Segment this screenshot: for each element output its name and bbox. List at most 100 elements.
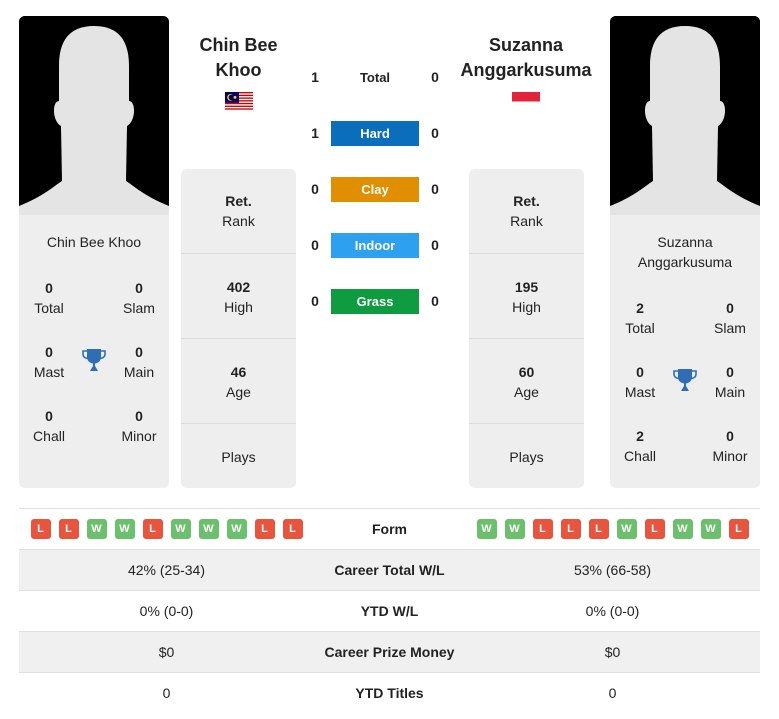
player1-form-badge-loss[interactable]: L	[254, 519, 275, 539]
prize-money-row: $0 Career Prize Money $0	[19, 631, 760, 672]
h2h-p1-grass: 0	[311, 293, 319, 309]
card-name-line2: Anggarkusuma	[637, 254, 733, 270]
surface-hard-button[interactable]: Hard	[331, 121, 419, 146]
form-label: Form	[372, 521, 407, 537]
player1-ytd-wl: 0% (0-0)	[139, 603, 194, 619]
career-wl-row: 42% (25-34) Career Total W/L 53% (66-58)	[19, 549, 760, 590]
player2-titles-total: 2 Total	[610, 298, 670, 338]
h2h-row-clay: 0 Clay 0	[300, 177, 450, 202]
stat-label: Total	[34, 300, 64, 316]
h2h-p2-grass: 0	[431, 293, 439, 309]
player1-age: 46 Age	[181, 338, 296, 423]
ytd-titles-row: 0 YTD Titles 0	[19, 672, 760, 713]
surface-clay-button[interactable]: Clay	[331, 177, 419, 202]
player1-prize-money: $0	[158, 644, 175, 660]
player2-form-badge-loss[interactable]: L	[532, 519, 553, 539]
player2-form-badge-loss[interactable]: L	[728, 519, 749, 539]
player1-form-badge-win[interactable]: W	[226, 519, 247, 539]
rank-value: Ret.	[513, 193, 540, 209]
stat-label: Chall	[33, 428, 65, 444]
age-value: 46	[230, 364, 247, 380]
h2h-p2-total: 0	[431, 69, 439, 85]
surface-indoor-button[interactable]: Indoor	[331, 233, 419, 258]
player2-rank: Ret. Rank	[469, 169, 584, 253]
player1-form-badge-win[interactable]: W	[114, 519, 135, 539]
player1-form: LLWWLWWWLL	[19, 519, 314, 539]
stat-label: Main	[714, 384, 746, 400]
player2-form-badge-win[interactable]: W	[700, 519, 721, 539]
stat-value: 0	[45, 344, 53, 360]
high-label: High	[512, 299, 541, 315]
player1-career-wl: 42% (25-34)	[127, 562, 206, 578]
player2-form: WWLLLWLWWL	[465, 519, 760, 539]
high-value: 402	[226, 279, 251, 295]
stat-value: 2	[636, 428, 644, 444]
stat-label: Minor	[121, 428, 157, 444]
stat-label: Slam	[714, 320, 746, 336]
high-label: High	[224, 299, 253, 315]
player2-plays: Plays	[469, 423, 584, 488]
h2h-p1-indoor: 0	[311, 237, 319, 253]
stat-value: 0	[135, 408, 143, 424]
malaysia-flag-icon	[225, 92, 253, 111]
surface-grass-button[interactable]: Grass	[331, 289, 419, 314]
player1-name-line1: Chin Bee	[199, 35, 278, 55]
player2-career-wl: 53% (66-58)	[573, 562, 652, 578]
player2-form-badge-win[interactable]: W	[672, 519, 693, 539]
player2-form-badge-loss[interactable]: L	[560, 519, 581, 539]
player1-titles-main: 0 Main	[109, 342, 169, 382]
player1-form-badge-win[interactable]: W	[86, 519, 107, 539]
player1-rank: Ret. Rank	[181, 169, 296, 253]
trophy-icon	[672, 367, 698, 393]
player2-titles-slam: 0 Slam	[700, 298, 760, 338]
high-value: 195	[514, 279, 539, 295]
h2h-row-hard: 1 Hard 0	[300, 121, 450, 146]
h2h-p2-clay: 0	[431, 181, 439, 197]
stat-value: 0	[135, 344, 143, 360]
silhouette-icon	[19, 16, 169, 215]
h2h-p1-total: 1	[311, 69, 319, 85]
player2-titles-main: 0 Main	[700, 362, 760, 402]
player1-form-badge-loss[interactable]: L	[282, 519, 303, 539]
trophy-icon	[81, 347, 107, 373]
player2-form-badge-win[interactable]: W	[616, 519, 637, 539]
player2-titles-minor: 0 Minor	[700, 426, 760, 466]
player2-name[interactable]: Suzanna Anggarkusuma	[452, 33, 600, 83]
age-value: 60	[518, 364, 535, 380]
player1-name[interactable]: Chin Bee Khoo	[181, 33, 296, 83]
stat-label: Total	[625, 320, 655, 336]
player1-form-badge-loss[interactable]: L	[142, 519, 163, 539]
plays-label: Plays	[221, 449, 256, 465]
prize-money-label: Career Prize Money	[324, 644, 455, 660]
player1-name-line2: Khoo	[215, 60, 262, 80]
player2-card: Suzanna Anggarkusuma 2 Total 0 Slam 0 Ma…	[610, 16, 760, 488]
player2-high: 195 High	[469, 253, 584, 338]
stat-value: 0	[726, 428, 734, 444]
player1-form-badge-loss[interactable]: L	[30, 519, 51, 539]
card-name-line1: Suzanna	[657, 234, 713, 250]
h2h-p1-clay: 0	[311, 181, 319, 197]
player2-name-line2: Anggarkusuma	[460, 60, 592, 80]
stat-label: Minor	[712, 448, 748, 464]
player2-form-badge-win[interactable]: W	[504, 519, 525, 539]
player1-titles-total: 0 Total	[19, 278, 79, 318]
stat-label: Chall	[624, 448, 656, 464]
ytd-wl-label: YTD W/L	[360, 603, 419, 619]
player1-form-badge-win[interactable]: W	[170, 519, 191, 539]
player2-form-badge-win[interactable]: W	[476, 519, 497, 539]
player2-titles-chall: 2 Chall	[610, 426, 670, 466]
player1-form-badge-win[interactable]: W	[198, 519, 219, 539]
player1-form-badge-loss[interactable]: L	[58, 519, 79, 539]
player2-ytd-wl: 0% (0-0)	[585, 603, 640, 619]
h2h-row-indoor: 0 Indoor 0	[300, 233, 450, 258]
h2h-p2-hard: 0	[431, 125, 439, 141]
stat-value: 0	[636, 364, 644, 380]
stat-value: 0	[726, 300, 734, 316]
player2-form-badge-loss[interactable]: L	[588, 519, 609, 539]
ytd-titles-label: YTD Titles	[355, 685, 424, 701]
player2-name-line1: Suzanna	[488, 35, 563, 55]
rank-label: Rank	[222, 213, 255, 229]
player1-photo	[19, 16, 169, 215]
player2-form-badge-loss[interactable]: L	[644, 519, 665, 539]
player1-titles-minor: 0 Minor	[109, 406, 169, 446]
